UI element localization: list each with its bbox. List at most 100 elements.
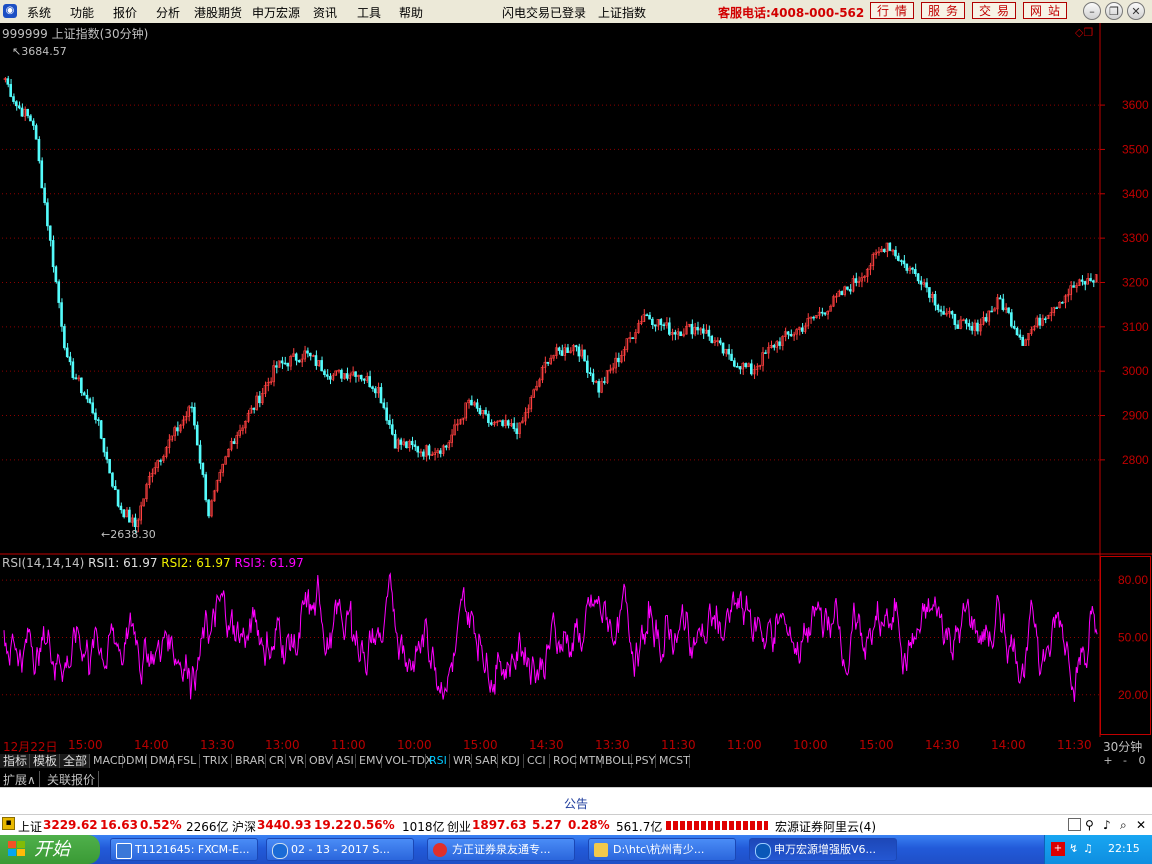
quote-button[interactable]: 行情 [870, 2, 914, 19]
zoom-out-button[interactable]: - [1118, 754, 1132, 768]
tray-app-icon[interactable]: + [1051, 842, 1065, 856]
indicator-tab-boll[interactable]: BOLL [602, 754, 633, 768]
candle-body [1092, 280, 1095, 283]
sh-label: 上证 [18, 820, 43, 834]
candle-body [195, 424, 199, 446]
candle-body [340, 369, 343, 379]
app-logo-icon[interactable]: ◉ [3, 4, 17, 18]
zoom-reset-button[interactable]: 0 [1135, 754, 1149, 768]
close-icon[interactable]: ✕ [1127, 2, 1145, 20]
task-founder[interactable]: 方正证券泉友通专... [427, 838, 575, 861]
zoom-in-button[interactable]: + [1101, 754, 1115, 768]
indicator-tab-指标[interactable]: 指标 [0, 754, 30, 768]
candle-body [37, 138, 41, 162]
window-icon[interactable] [1068, 818, 1081, 831]
tray-volume-icon[interactable]: ♫ [1083, 842, 1093, 855]
menu-system[interactable]: 系统 [27, 4, 51, 21]
price-tick-label: 3000 [1122, 364, 1149, 378]
indicator-tab-roc[interactable]: ROC [550, 754, 577, 768]
chart-area[interactable]: 2800 2900 3000 3100 3200 3300 3400 3500 3600 20.0… [0, 23, 1152, 737]
speaker-icon[interactable]: ♪ [1103, 818, 1111, 832]
expand-tab[interactable]: 扩展∧ [0, 771, 40, 788]
start-button[interactable]: 开始 [0, 835, 100, 864]
candle-body [320, 360, 323, 372]
indicator-tab-vr[interactable]: VR [286, 754, 306, 768]
candle-body [201, 462, 205, 475]
indicator-tab-kdj[interactable]: KDJ [498, 754, 524, 768]
restore-icon[interactable]: ❐ [1105, 2, 1123, 20]
rsi-tick-label: 20.00 [1118, 688, 1148, 702]
indicator-tab-fsl[interactable]: FSL [174, 754, 200, 768]
indicator-tab-vol-tdx[interactable]: VOL-TDX [382, 754, 433, 768]
task-folder[interactable]: D:\htc\杭州青少... [588, 838, 736, 861]
search-icon[interactable]: ⌕ [1120, 818, 1127, 833]
rsi-tick-label: 80.00 [1118, 573, 1148, 587]
indicator-tab-mcst[interactable]: MCST [656, 754, 690, 768]
indicator-tab-wr[interactable]: WR [450, 754, 472, 768]
task-label: T1121645: FXCM-E... [135, 843, 250, 856]
price-tick-label: 2900 [1122, 409, 1149, 423]
menu-swhy[interactable]: 申万宏源 [252, 4, 300, 21]
indicator-tab-模板[interactable]: 模板 [30, 754, 60, 768]
candle-body [501, 420, 504, 426]
market-icon[interactable]: ▪ [2, 817, 15, 830]
candle-body [659, 319, 663, 326]
indicator-tab-emv[interactable]: EMV [356, 754, 383, 768]
menu-hk-futures[interactable]: 港股期货 [194, 4, 242, 21]
broker-server[interactable]: 宏源证券阿里云(4) [775, 818, 876, 835]
indicator-tab-dma[interactable]: DMA [147, 754, 176, 768]
menu-info[interactable]: 资讯 [313, 4, 337, 21]
task-video[interactable]: 02 - 13 - 2017 S... [266, 838, 414, 861]
candle-body [679, 331, 682, 337]
indicator-tab-psy[interactable]: PSY [632, 754, 656, 768]
indicator-tab-全部[interactable]: 全部 [60, 754, 90, 768]
candle-body [916, 273, 920, 282]
price-tick-label: 3200 [1122, 275, 1149, 289]
chart-canvas[interactable]: 2800 2900 3000 3100 3200 3300 3400 3500 3600 20.0… [0, 23, 1152, 737]
chart-options-icon[interactable]: ◇❐ [1075, 26, 1093, 39]
candle-body [105, 451, 109, 460]
candle-body [390, 424, 394, 435]
service-button[interactable]: 服务 [921, 2, 965, 19]
signal-icon[interactable]: ⚲ [1085, 818, 1094, 832]
indicator-tab-cr[interactable]: CR [266, 754, 286, 768]
price-tick-label: 3400 [1122, 187, 1149, 201]
notice-bar[interactable]: 公告 [0, 787, 1152, 816]
notice-title[interactable]: 公告 [0, 795, 1152, 812]
candle-body [207, 499, 210, 517]
indicator-tab-cci[interactable]: CCI [524, 754, 550, 768]
candle-body [31, 120, 35, 126]
task-fxcm[interactable]: T1121645: FXCM-E... [110, 838, 258, 861]
indicator-tab-obv[interactable]: OBV [306, 754, 333, 768]
price-tick-label: 3300 [1122, 231, 1149, 245]
indicator-tab-brar[interactable]: BRAR [232, 754, 266, 768]
indicator-tab-trix[interactable]: TRIX [200, 754, 232, 768]
indicator-tab-macd[interactable]: MACD [90, 754, 126, 768]
candle-body [232, 441, 236, 444]
candle-body [950, 311, 954, 315]
menu-quote[interactable]: 报价 [113, 4, 137, 21]
related-quote-tab[interactable]: 关联报价 [44, 771, 100, 788]
candle-body [1055, 307, 1058, 309]
candle-body [591, 373, 595, 383]
menu-help[interactable]: 帮助 [399, 4, 423, 21]
trade-button[interactable]: 交易 [972, 2, 1016, 19]
sh-change: 16.63 [100, 818, 138, 832]
website-button[interactable]: 网站 [1023, 2, 1067, 19]
candle-body [738, 366, 742, 370]
task-swhy[interactable]: 申万宏源增强版V6... [749, 838, 897, 861]
indicator-tab-asi[interactable]: ASI [333, 754, 356, 768]
candle-body [696, 326, 699, 331]
candle-body [379, 387, 383, 404]
indicator-tab-dmi[interactable]: DMI [123, 754, 147, 768]
menu-analysis[interactable]: 分析 [156, 4, 180, 21]
indicator-tab-rsi[interactable]: RSI [426, 754, 450, 768]
indicator-tab-sar[interactable]: SAR [472, 754, 498, 768]
menu-tools[interactable]: 工具 [357, 4, 381, 21]
tray-network-icon[interactable]: ↯ [1069, 842, 1078, 855]
close-panel-icon[interactable]: ✕ [1136, 818, 1146, 832]
indicator-tab-mtm[interactable]: MTM [576, 754, 605, 768]
minimize-icon[interactable]: – [1083, 2, 1101, 20]
time-tick: 13:30 [200, 738, 235, 752]
menu-function[interactable]: 功能 [70, 4, 94, 21]
